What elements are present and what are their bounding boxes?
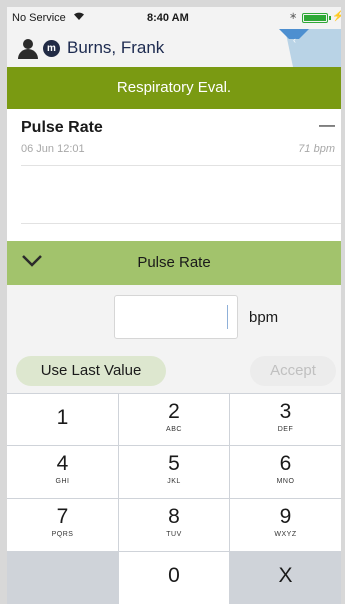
back-button[interactable]: ‹ [279,29,341,67]
key-7[interactable]: 7 PQRS [7,499,118,551]
list-item[interactable]: Pulse Rate 06 Jun 12:01 — 71 bpm [7,109,341,165]
list-item-dash: — [319,117,335,134]
section-title: Pulse Rate [137,254,211,271]
key-9[interactable]: 9 WXYZ [230,499,341,551]
list-item-title: Pulse Rate [21,119,103,136]
key-1[interactable]: 1 [7,394,118,445]
section-header[interactable]: Pulse Rate [7,241,341,285]
list-item-last-value: 71 bpm [298,143,335,155]
key-2[interactable]: 2 ABC [119,394,229,445]
key-3[interactable]: 3 DEF [230,394,341,445]
numeric-keypad: 1 2 ABC 3 DEF 4 GHI 5 JKL 6 MNO 7 PQRS 8 [7,393,341,604]
key-0[interactable]: 0 [119,552,229,604]
carrier-label: No Service [12,12,66,24]
key-8[interactable]: 8 TUV [119,499,229,551]
clock: 8:40 AM [147,12,189,24]
delete-key[interactable]: X [230,552,341,604]
divider [21,223,341,224]
battery-icon [302,13,331,23]
accept-button[interactable]: Accept [250,356,336,386]
person-icon [17,39,39,59]
use-last-value-button[interactable]: Use Last Value [16,356,166,386]
pulse-rate-input[interactable] [114,295,238,339]
key-5[interactable]: 5 JKL [119,446,229,498]
patient-name[interactable]: Burns, Frank [67,38,164,58]
unit-label: bpm [249,309,279,326]
status-bar: No Service 8:40 AM ∗ ⚡ [7,7,341,29]
phone-screen: No Service 8:40 AM ∗ ⚡ m Burns, Frank ‹ … [7,7,341,604]
key-blank [7,552,118,604]
patient-badge: m [43,40,60,57]
divider [21,165,341,166]
wifi-icon [73,11,85,24]
key-6[interactable]: 6 MNO [230,446,341,498]
charging-icon: ⚡ [332,11,341,22]
svg-text:‹: ‹ [293,35,296,45]
patient-header: m Burns, Frank ‹ [7,29,341,67]
text-caret [227,305,228,329]
list-item-date: 06 Jun 12:01 [21,143,85,155]
action-row: Use Last Value Accept [7,347,341,393]
key-4[interactable]: 4 GHI [7,446,118,498]
page-title: Respiratory Eval. [7,67,341,109]
input-row: bpm [7,285,341,347]
bluetooth-icon: ∗ [289,11,298,22]
